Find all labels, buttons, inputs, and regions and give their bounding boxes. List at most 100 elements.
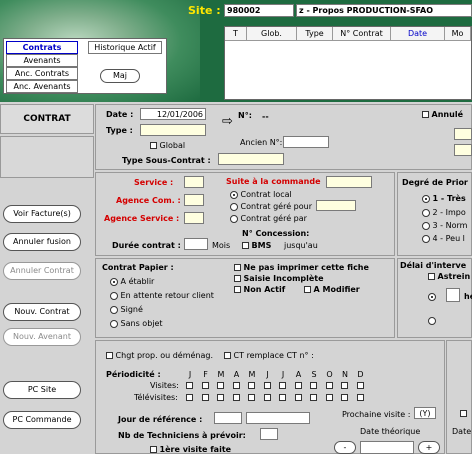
premiere-visite-label: 1ère visite faite [159, 445, 232, 454]
date-prev-button[interactable]: - [334, 441, 356, 454]
pc-commande-button[interactable]: PC Commande [3, 411, 81, 429]
duree-field[interactable] [184, 238, 208, 250]
bms-checkbox[interactable]: BMS [242, 241, 271, 250]
annuler-fusion-button[interactable]: Annuler fusion [3, 233, 81, 251]
priority-2-radio[interactable]: 2 - Impo [422, 208, 466, 217]
service-field[interactable] [184, 176, 204, 188]
num-label: N°: [238, 111, 252, 120]
sous-contrat-field[interactable] [218, 153, 284, 165]
priority-4-radio[interactable]: 4 - Peu l [422, 234, 465, 243]
annule-label: Annulé [431, 110, 463, 119]
annuler-contrat-button[interactable]: Annuler Contrat [3, 262, 81, 280]
tab-contrats[interactable]: Contrats [6, 41, 78, 54]
jour-ref-field-1[interactable] [214, 412, 242, 424]
global-checkbox[interactable]: Global [150, 141, 185, 150]
priority-4-label: 4 - Peu l [432, 234, 465, 243]
visites-month-checkbox[interactable] [325, 382, 333, 389]
visites-month-checkbox[interactable] [341, 382, 348, 389]
priority-2-label: 2 - Impo [432, 208, 466, 217]
bms-label: BMS [251, 241, 272, 250]
ancien-field[interactable] [283, 136, 329, 148]
contrat-local-radio[interactable]: Contrat local [230, 190, 292, 199]
visites-month-checkbox[interactable] [294, 382, 302, 389]
chgt-prop-checkbox[interactable]: Chgt prop. ou déménag. [106, 351, 213, 360]
astreinte-checkbox[interactable]: Astrein [428, 272, 470, 281]
non-actif-checkbox[interactable]: Non Actif [234, 285, 285, 294]
date-field[interactable]: 12/01/2006 [140, 108, 206, 120]
pc-site-button[interactable]: PC Site [3, 381, 81, 399]
visites-month-checkbox[interactable] [279, 382, 286, 389]
right-checkbox[interactable] [460, 409, 467, 418]
date-theorique-field[interactable] [360, 441, 414, 454]
tab-anc-contrats[interactable]: Anc. Contrats [6, 67, 78, 80]
saisie-checkbox[interactable]: Saisie Incomplète [234, 274, 324, 283]
grid-col-date[interactable]: Date [391, 27, 445, 41]
jour-ref-field-2[interactable] [246, 412, 310, 424]
prochaine-field[interactable]: (Y) [414, 407, 436, 419]
tab-anc-avenants[interactable]: Anc. Avenants [6, 80, 78, 93]
contrat-gere-pour-radio[interactable]: Contrat géré pour [230, 202, 312, 211]
ct-remplace-checkbox[interactable]: CT remplace CT n° : [224, 351, 314, 360]
televisites-month-checkbox[interactable] [325, 394, 333, 401]
televisites-month-checkbox[interactable] [294, 394, 302, 401]
priority-1-radio[interactable]: 1 - Très [422, 194, 466, 203]
televisites-month-checkbox[interactable] [232, 394, 240, 401]
annule-checkbox[interactable]: Annulé [422, 110, 463, 119]
televisites-month-checkbox[interactable] [341, 394, 348, 401]
delai-heures-radio[interactable] [428, 292, 436, 301]
televisites-month-checkbox[interactable] [263, 394, 271, 401]
grid-col-glob[interactable]: Glob. [247, 27, 297, 41]
tab-historique-actif[interactable]: Historique Actif [88, 41, 162, 54]
televisites-month-checkbox[interactable] [186, 394, 193, 401]
nb-tech-field[interactable] [260, 428, 278, 440]
maj-button[interactable]: Maj [100, 69, 140, 83]
televisites-month-checkbox[interactable] [279, 394, 286, 401]
agence-service-field[interactable] [184, 212, 204, 224]
grid-col-num-contrat[interactable]: N° Contrat [333, 27, 391, 41]
visites-month-checkbox[interactable] [356, 382, 364, 389]
grid-col-t[interactable]: T [225, 27, 247, 41]
visites-month-checkbox[interactable] [217, 382, 224, 389]
nouv-contrat-button[interactable]: Nouv. Contrat [3, 303, 81, 321]
gere-pour-field[interactable] [316, 200, 356, 211]
agence-com-field[interactable] [184, 194, 204, 206]
papier-signe-radio[interactable]: Signé [110, 305, 143, 314]
voir-factures-button[interactable]: Voir Facture(s) [3, 205, 81, 223]
papier-sans-objet-radio[interactable]: Sans objet [110, 319, 163, 328]
visites-month-checkbox[interactable] [186, 382, 193, 389]
date-next-button[interactable]: + [418, 441, 440, 454]
a-modifier-checkbox[interactable]: A Modifier [304, 285, 360, 294]
visites-month-checkbox[interactable] [310, 382, 317, 389]
site-name-field: z - Propos PRODUCTION-SFAO [296, 4, 472, 17]
tab-avenants[interactable]: Avenants [6, 54, 78, 67]
annule-field-1[interactable] [454, 128, 472, 140]
papier-a-etablir-radio[interactable]: A établir [110, 277, 154, 286]
annule-field-2[interactable] [454, 144, 472, 156]
televisites-month-checkbox[interactable] [356, 394, 364, 401]
premiere-visite-checkbox[interactable]: 1ère visite faite [150, 445, 231, 454]
suite-commande-field[interactable] [326, 176, 372, 188]
priority-title: Degré de Prior [402, 178, 468, 187]
visites-month-checkbox[interactable] [232, 382, 240, 389]
site-code-field[interactable]: 980002 [224, 4, 294, 17]
grid-col-mo[interactable]: Mo [445, 27, 471, 41]
type-field[interactable] [140, 124, 206, 136]
nouv-avenant-button[interactable]: Nouv. Avenant [3, 328, 81, 346]
delai-other-radio[interactable] [428, 316, 436, 325]
non-actif-label: Non Actif [243, 285, 286, 294]
visites-month-checkbox[interactable] [201, 382, 209, 389]
papier-attente-radio[interactable]: En attente retour client [110, 291, 214, 300]
no-print-checkbox[interactable]: Ne pas imprimer cette fiche [234, 263, 369, 272]
contracts-grid[interactable]: T Glob. Type N° Contrat Date Mo [224, 26, 472, 100]
visites-month-checkbox[interactable] [248, 382, 255, 389]
grid-col-type[interactable]: Type [297, 27, 333, 41]
saisie-label: Saisie Incomplète [243, 274, 324, 283]
visites-month-checkbox[interactable] [263, 382, 271, 389]
delai-heures-field[interactable] [446, 288, 460, 302]
televisites-month-checkbox[interactable] [310, 394, 317, 401]
priority-3-radio[interactable]: 3 - Norm [422, 221, 467, 230]
contrat-gere-par-radio[interactable]: Contrat géré par [230, 214, 307, 223]
televisites-month-checkbox[interactable] [217, 394, 224, 401]
televisites-month-checkbox[interactable] [248, 394, 255, 401]
televisites-month-checkbox[interactable] [201, 394, 209, 401]
